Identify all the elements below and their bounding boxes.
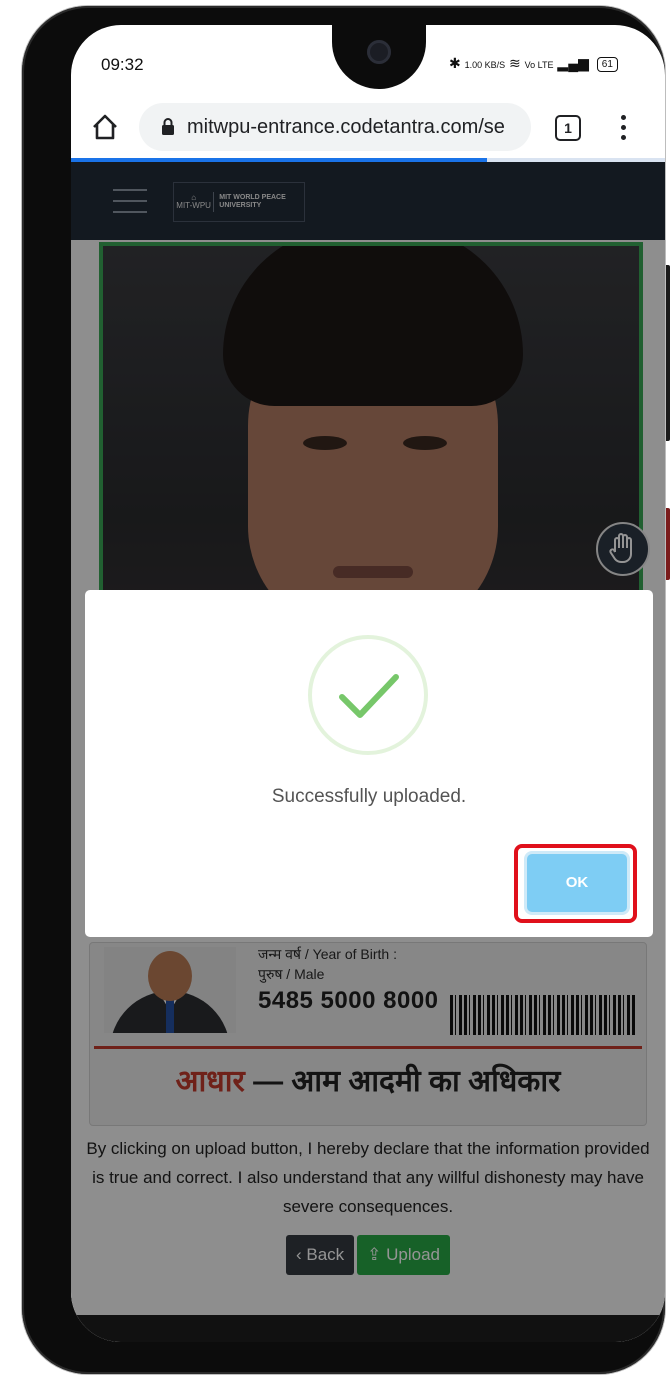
bluetooth-icon: ✱ <box>449 55 461 71</box>
web-page: ⌂ MIT-WPU MIT WORLD PEACE UNIVERSITY जन्… <box>71 162 665 1342</box>
tab-switcher-button[interactable]: 1 <box>555 115 581 141</box>
signal-icon: ▂▄▆ <box>557 55 589 71</box>
home-icon[interactable] <box>91 113 119 141</box>
dialog-message: Successfully uploaded. <box>271 786 467 807</box>
front-camera-icon <box>367 40 391 64</box>
net-speed: 1.00 KB/S <box>464 60 506 70</box>
phone-screen: 09:32 ✱ 1.00 KB/S ≋ Vo LTE ▂▄▆ 61 mitwpu… <box>71 25 665 1342</box>
status-bar: 09:32 ✱ 1.00 KB/S ≋ Vo LTE ▂▄▆ 61 <box>71 25 665 89</box>
volte-label: Vo LTE <box>524 60 554 70</box>
status-time: 09:32 <box>101 55 144 74</box>
address-bar[interactable]: mitwpu-entrance.codetantra.com/se <box>139 103 531 151</box>
url-text: mitwpu-entrance.codetantra.com/se <box>187 116 505 138</box>
success-dialog: Successfully uploaded. OK <box>85 590 653 937</box>
status-icons: ✱ 1.00 KB/S ≋ Vo LTE ▂▄▆ 61 <box>449 55 618 72</box>
bottom-bezel <box>71 1315 665 1342</box>
camera-notch <box>332 25 426 89</box>
browser-toolbar: mitwpu-entrance.codetantra.com/se 1 <box>71 93 665 159</box>
battery-icon: 61 <box>596 56 618 72</box>
ok-button[interactable]: OK <box>527 854 627 912</box>
more-menu-icon[interactable] <box>621 115 627 141</box>
wifi-icon: ≋ <box>509 55 521 71</box>
success-ring <box>308 635 428 755</box>
checkmark-icon <box>339 674 399 718</box>
lock-icon <box>162 118 174 135</box>
phone-frame: 09:32 ✱ 1.00 KB/S ≋ Vo LTE ▂▄▆ 61 mitwpu… <box>22 6 665 1374</box>
